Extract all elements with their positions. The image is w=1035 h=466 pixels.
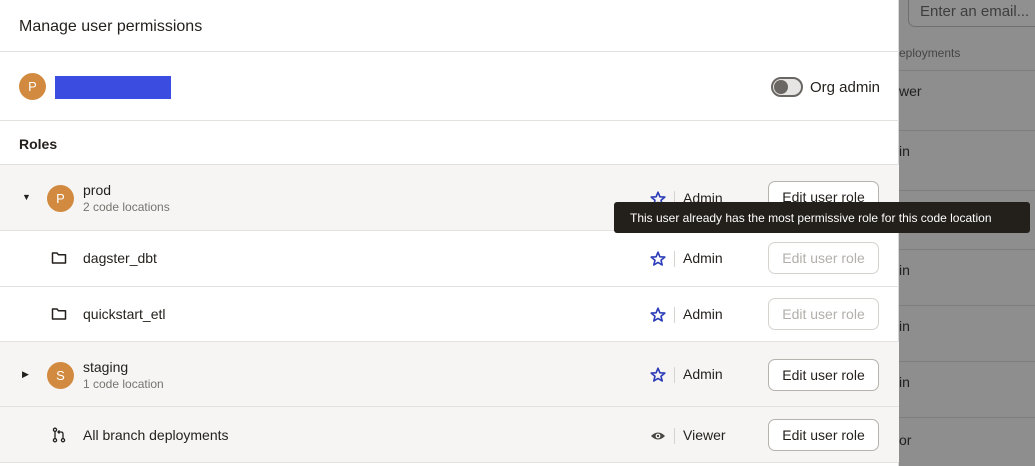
background-row: in bbox=[899, 361, 1035, 417]
star-icon bbox=[650, 367, 666, 382]
background-row: wer bbox=[899, 70, 1035, 130]
role-label: Admin bbox=[683, 250, 723, 266]
divider bbox=[674, 307, 675, 323]
role-label: Admin bbox=[683, 366, 723, 382]
background-row-text: or bbox=[899, 432, 912, 448]
deployment-avatar: P bbox=[47, 185, 74, 212]
background-search-input: Enter an email... bbox=[908, 0, 1035, 27]
background-row: or bbox=[899, 417, 1035, 466]
background-row-text: in bbox=[899, 318, 910, 334]
caret-down-icon[interactable]: ▼ bbox=[22, 192, 31, 202]
branch-deployments-row: All branch deployments Viewer Edit user … bbox=[0, 407, 899, 463]
folder-icon bbox=[51, 252, 67, 264]
git-branch-icon bbox=[52, 427, 66, 443]
edit-user-role-button[interactable]: Edit user role bbox=[768, 419, 879, 451]
deployment-subtitle: 2 code locations bbox=[83, 200, 170, 214]
star-icon bbox=[650, 251, 666, 266]
background-row: in bbox=[899, 130, 1035, 190]
code-location-row-quickstart-etl: quickstart_etl Admin Edit user role bbox=[0, 287, 899, 342]
deployment-avatar: S bbox=[47, 362, 74, 389]
dialog-header: Manage user permissions bbox=[0, 0, 899, 52]
branch-deployments-title: All branch deployments bbox=[83, 427, 229, 443]
role-label: Viewer bbox=[683, 427, 726, 443]
divider bbox=[674, 367, 675, 383]
user-row: P Org admin bbox=[0, 52, 899, 121]
deployment-subtitle: 1 code location bbox=[83, 377, 164, 391]
redacted-user-email bbox=[55, 76, 171, 99]
org-admin-toggle[interactable] bbox=[771, 77, 803, 97]
edit-user-role-button: Edit user role bbox=[768, 242, 879, 274]
roles-section-header: Roles bbox=[0, 121, 899, 165]
background-row: in bbox=[899, 249, 1035, 305]
caret-right-icon[interactable]: ▶ bbox=[22, 369, 29, 380]
code-location-row-dagster-dbt: dagster_dbt Admin Edit user role bbox=[0, 231, 899, 287]
deployment-title: prod bbox=[83, 182, 112, 198]
folder-icon bbox=[51, 308, 67, 320]
star-icon bbox=[650, 307, 666, 322]
background-column-header: eployments bbox=[899, 46, 961, 60]
background-row-text: in bbox=[899, 262, 910, 278]
dialog-title: Manage user permissions bbox=[19, 18, 203, 35]
manage-permissions-dialog: Manage user permissions P Org admin Role… bbox=[0, 0, 899, 466]
eye-icon bbox=[651, 432, 665, 440]
background-row-text: wer bbox=[899, 83, 922, 99]
code-location-title: dagster_dbt bbox=[83, 250, 157, 266]
deployment-row-staging: ▶ S staging 1 code location Admin Edit u… bbox=[0, 342, 899, 407]
user-avatar: P bbox=[19, 73, 46, 100]
code-location-title: quickstart_etl bbox=[83, 306, 166, 322]
roles-label: Roles bbox=[19, 136, 58, 152]
permission-tooltip: This user already has the most permissiv… bbox=[614, 202, 1030, 233]
deployment-title: staging bbox=[83, 359, 129, 375]
edit-user-role-button[interactable]: Edit user role bbox=[768, 359, 879, 391]
divider bbox=[674, 251, 675, 267]
toggle-knob bbox=[774, 80, 788, 94]
edit-user-role-button: Edit user role bbox=[768, 298, 879, 330]
background-row-text: in bbox=[899, 143, 910, 159]
role-label: Admin bbox=[683, 306, 723, 322]
org-admin-label: Org admin bbox=[810, 79, 881, 96]
background-row-text: in bbox=[899, 374, 910, 390]
background-row: in bbox=[899, 305, 1035, 361]
divider bbox=[674, 428, 675, 444]
